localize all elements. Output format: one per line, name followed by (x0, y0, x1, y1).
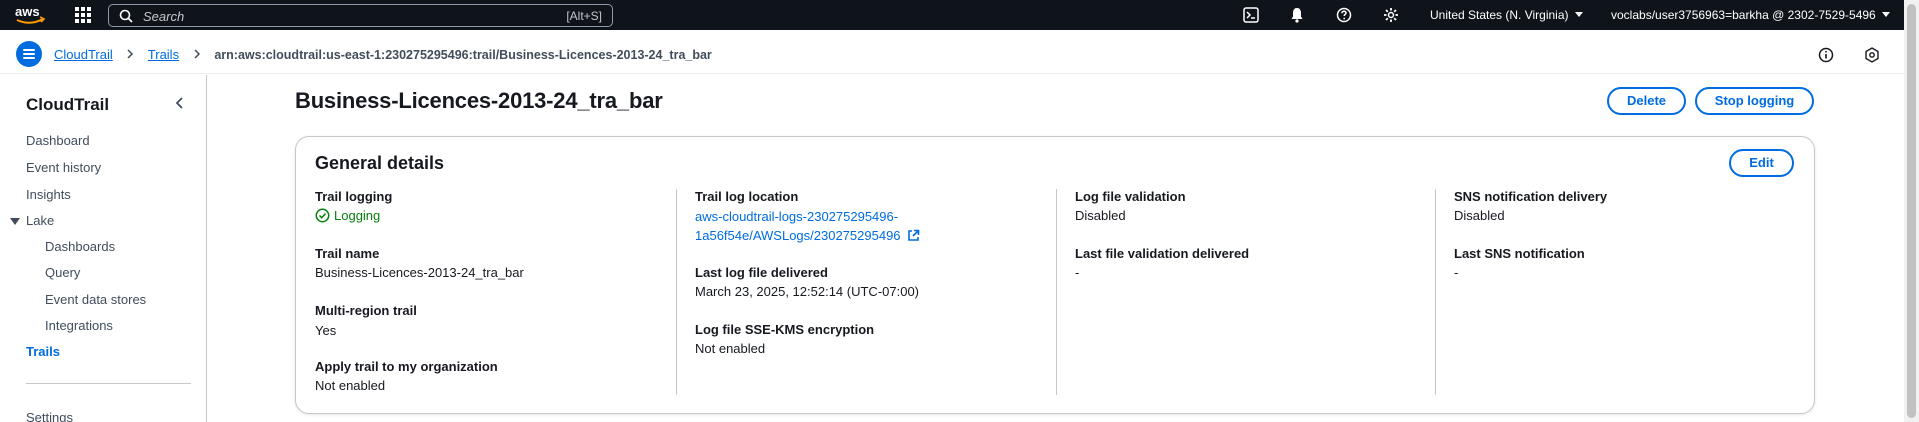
aws-logo[interactable]: aws (14, 3, 48, 27)
svg-text:aws: aws (15, 4, 40, 19)
account-label: voclabs/user3756963=barkha @ 2302-7529-5… (1611, 8, 1876, 22)
log-location-line-2-text: 1a56f54e/AWSLogs/230275295496 (695, 228, 901, 243)
log-location-label: Trail log location (695, 189, 799, 204)
sns-delivery-value: Disabled (1454, 208, 1505, 223)
sidebar-title[interactable]: CloudTrail (26, 95, 109, 115)
last-sns-label: Last SNS notification (1454, 246, 1585, 261)
trail-logging-label: Trail logging (315, 189, 393, 204)
sidebar-item-event-history[interactable]: Event history (26, 160, 101, 175)
chevron-right-icon (193, 47, 201, 62)
gear-icon[interactable] (1383, 7, 1399, 23)
log-location-line-2: 1a56f54e/AWSLogs/230275295496 (695, 226, 920, 245)
account-menu[interactable]: voclabs/user3756963=barkha @ 2302-7529-5… (1611, 8, 1890, 22)
sidebar-item-settings[interactable]: Settings (26, 410, 73, 422)
sidebar-item-trails[interactable]: Trails (26, 344, 60, 359)
search-placeholder: Search (143, 9, 185, 24)
search-icon (119, 9, 133, 23)
general-details-panel: General details Edit Trail logging Loggi… (295, 136, 1815, 414)
last-sns-value: - (1454, 265, 1459, 280)
edit-button[interactable]: Edit (1729, 149, 1794, 177)
last-validation-label: Last file validation delivered (1075, 246, 1250, 261)
apply-org-value: Not enabled (315, 378, 386, 393)
sidebar-divider (26, 383, 191, 384)
multi-region-value: Yes (315, 323, 337, 338)
last-log-delivered-label: Last log file delivered (695, 265, 828, 280)
sidebar-item-lake[interactable]: Lake (26, 213, 54, 228)
region-selector[interactable]: United States (N. Virginia) (1430, 8, 1583, 22)
bell-icon[interactable] (1289, 7, 1305, 23)
last-validation-value: - (1075, 265, 1080, 280)
scrollbar-thumb[interactable] (1907, 4, 1916, 418)
trail-name-label: Trail name (315, 246, 380, 261)
search-input[interactable]: Search [Alt+S] (108, 4, 613, 27)
apply-org-label: Apply trail to my organization (315, 359, 498, 374)
cloudshell-icon[interactable] (1243, 7, 1259, 23)
column-divider (676, 189, 677, 395)
feedback-icon[interactable] (1864, 47, 1880, 63)
sidebar-item-dashboard[interactable]: Dashboard (26, 133, 90, 148)
sidebar-item-event-data-stores[interactable]: Event data stores (45, 292, 146, 307)
log-location-link[interactable]: aws-cloudtrail-logs-230275295496- 1a56f5… (695, 207, 920, 245)
log-validation-label: Log file validation (1075, 189, 1186, 204)
breadcrumb-cloudtrail[interactable]: CloudTrail (54, 47, 113, 62)
navigation-menu-button[interactable] (16, 41, 42, 67)
top-navigation: aws Search [Alt+S] United States (N. Vir… (0, 0, 1919, 30)
breadcrumb-current: arn:aws:cloudtrail:us-east-1:23027529549… (214, 48, 712, 62)
sidebar-item-query[interactable]: Query (45, 265, 80, 280)
multi-region-label: Multi-region trail (315, 303, 417, 318)
sns-delivery-label: SNS notification delivery (1454, 189, 1608, 204)
info-icon[interactable] (1818, 47, 1834, 63)
sidebar-item-insights[interactable]: Insights (26, 187, 71, 202)
page-scrollbar[interactable] (1904, 0, 1919, 422)
column-divider (1056, 189, 1057, 395)
sse-kms-value: Not enabled (695, 341, 766, 356)
sse-kms-label: Log file SSE-KMS encryption (695, 322, 875, 337)
stop-logging-button[interactable]: Stop logging (1695, 87, 1814, 115)
log-location-line-1: aws-cloudtrail-logs-230275295496- (695, 209, 899, 224)
external-link-icon (908, 229, 920, 241)
help-icon[interactable] (1336, 7, 1352, 23)
chevron-down-icon (1881, 12, 1890, 17)
logging-status-text: Logging (334, 208, 381, 223)
sidebar-item-integrations[interactable]: Integrations (45, 318, 113, 333)
panel-title: General details (315, 153, 445, 173)
chevron-left-icon[interactable] (172, 95, 188, 111)
log-validation-value: Disabled (1075, 208, 1126, 223)
side-navigation: CloudTrail Dashboard Event history Insig… (0, 75, 207, 422)
success-check-icon (315, 208, 330, 223)
trail-name-value: Business-Licences-2013-24_tra_bar (315, 265, 524, 280)
breadcrumb: CloudTrail Trails arn:aws:cloudtrail:us-… (54, 47, 712, 62)
column-divider (1435, 189, 1436, 395)
trail-logging-value: Logging (315, 208, 380, 223)
breadcrumb-bar: CloudTrail Trails arn:aws:cloudtrail:us-… (0, 30, 1904, 74)
sidebar-item-lake-dashboards[interactable]: Dashboards (45, 239, 115, 254)
last-log-delivered-value: March 23, 2025, 12:52:14 (UTC-07:00) (695, 284, 920, 299)
region-label: United States (N. Virginia) (1430, 8, 1569, 22)
breadcrumb-trails[interactable]: Trails (148, 47, 179, 62)
chevron-down-icon (1574, 12, 1583, 17)
delete-button[interactable]: Delete (1607, 87, 1686, 115)
page-title: Business-Licences-2013-24_tra_bar (295, 88, 663, 113)
chevron-right-icon (126, 47, 134, 62)
services-grid-icon[interactable] (74, 6, 92, 24)
expand-caret-icon[interactable] (10, 218, 20, 225)
search-shortcut-hint: [Alt+S] (566, 9, 602, 23)
